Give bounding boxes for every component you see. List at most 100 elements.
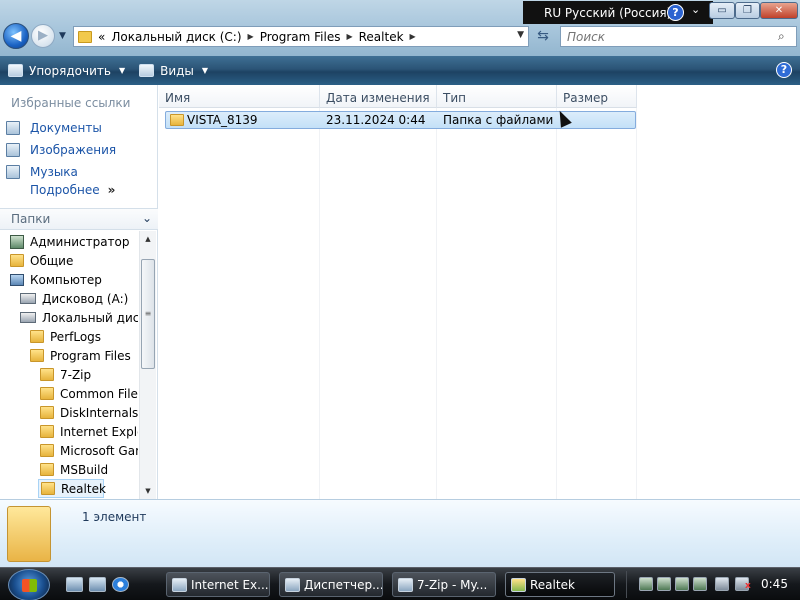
switch-windows-icon[interactable] [89, 577, 106, 592]
folder-tree: Администратор Общие Компьютер Дисковод (… [0, 231, 138, 499]
breadcrumb-overflow[interactable]: « [98, 30, 105, 44]
favorite-pictures[interactable]: Изображения [6, 140, 116, 160]
tree-item-floppy[interactable]: Дисковод (A:) [20, 289, 128, 308]
organize-label: Упорядочить [29, 63, 111, 78]
breadcrumb-local-disk[interactable]: Локальный диск (C:) [111, 30, 241, 44]
task-label: Internet Ex... [191, 577, 269, 592]
tree-item-diskinternals[interactable]: DiskInternals [40, 403, 138, 422]
folder-icon [10, 254, 24, 267]
breadcrumb-program-files[interactable]: Program Files [260, 30, 341, 44]
tray-volume-muted-icon[interactable]: x [735, 577, 751, 591]
tray-security-icon[interactable] [693, 577, 707, 591]
favorite-label: Музыка [30, 165, 78, 179]
file-name: VISTA_8139 [187, 113, 258, 127]
music-icon [6, 165, 20, 179]
tree-item-common-files[interactable]: Common Files [40, 384, 138, 403]
language-bar[interactable]: RU Русский (Россия) ? ⌄ [523, 1, 713, 24]
chevron-right-icon[interactable]: ▶ [248, 32, 254, 41]
show-desktop-icon[interactable] [66, 577, 83, 592]
scroll-down-icon[interactable]: ▼ [140, 483, 156, 499]
folder-icon [30, 349, 44, 362]
tree-item-realtek[interactable]: Realtek [38, 479, 106, 498]
chevron-right-icon[interactable]: ▶ [410, 32, 416, 41]
task-manager-icon [285, 577, 300, 592]
chevron-down-icon: ▼ [201, 66, 209, 75]
folder-icon [40, 387, 54, 400]
column-header-name[interactable]: Имя [159, 85, 320, 108]
close-button[interactable]: ✕ [760, 2, 798, 19]
folders-header[interactable]: Папки ⌄ [0, 208, 158, 230]
tree-label: Internet Explor [60, 424, 138, 439]
tree-label: Microsoft Gam [60, 443, 138, 458]
tree-label: Общие [30, 253, 74, 268]
column-header-size[interactable]: Размер [557, 85, 637, 108]
navigation-pane: Избранные ссылки Документы Изображения М… [0, 85, 158, 499]
column-header-date[interactable]: Дата изменения [320, 85, 437, 108]
views-icon [139, 64, 155, 77]
favorite-label: Изображения [30, 143, 117, 157]
tree-item-public[interactable]: Общие [10, 251, 73, 270]
back-button[interactable]: ◀ [3, 23, 29, 49]
language-options-icon[interactable]: ⌄ [691, 3, 700, 16]
column-header-type[interactable]: Тип [437, 85, 557, 108]
help-icon[interactable]: ? [667, 4, 684, 21]
column-divider [636, 108, 637, 499]
tree-item-local-disk[interactable]: Локальный диск ( [20, 308, 138, 327]
tray-shield-icon[interactable] [675, 577, 689, 591]
folder-icon [30, 330, 44, 343]
tree-item-msbuild[interactable]: MSBuild [40, 460, 108, 479]
favorites-more-link[interactable]: Подробнее » [30, 183, 115, 197]
internet-explorer-icon[interactable] [112, 577, 129, 592]
search-icon[interactable]: ⌕ [778, 29, 785, 44]
tree-item-computer[interactable]: Компьютер [10, 270, 102, 289]
views-button[interactable]: Виды ▼ [133, 59, 214, 83]
breadcrumb-realtek[interactable]: Realtek [359, 30, 404, 44]
start-button[interactable] [8, 569, 50, 600]
command-bar: Упорядочить ▼ Виды ▼ ? [0, 56, 800, 85]
column-divider [319, 108, 320, 499]
folder-icon [7, 506, 51, 562]
tree-label: Program Files [50, 348, 131, 363]
folder-icon [78, 30, 92, 43]
chevron-right-icon[interactable]: ▶ [346, 32, 352, 41]
recent-pages-dropdown[interactable]: ▼ [59, 31, 66, 41]
tree-item-perflogs[interactable]: PerfLogs [30, 327, 101, 346]
tree-item-7zip[interactable]: 7-Zip [40, 365, 91, 384]
tree-item-microsoft-games[interactable]: Microsoft Gam [40, 441, 138, 460]
task-internet-explorer[interactable]: Internet Ex... [166, 572, 270, 597]
favorites-header: Избранные ссылки [11, 96, 131, 110]
tree-label: Локальный диск ( [42, 310, 138, 325]
tree-label: DiskInternals [60, 405, 138, 420]
folder-icon [40, 444, 54, 457]
tree-item-program-files[interactable]: Program Files [30, 346, 131, 365]
tree-item-internet-explorer[interactable]: Internet Explor [40, 422, 138, 441]
forward-button[interactable]: ▶ [31, 24, 55, 48]
organize-button[interactable]: Упорядочить ▼ [2, 59, 131, 83]
refresh-button[interactable]: ⇆ [532, 26, 554, 47]
scrollbar-thumb[interactable]: ≡ [141, 259, 155, 369]
tray-network-icon[interactable] [657, 577, 671, 591]
address-dropdown-icon[interactable]: ▼ [517, 30, 524, 40]
tray-app-icon[interactable] [639, 577, 653, 591]
clock[interactable]: 0:45 [761, 577, 788, 591]
task-realtek[interactable]: Realtek [505, 572, 615, 597]
help-button[interactable]: ? [776, 62, 792, 78]
maximize-button[interactable]: ❐ [735, 2, 760, 19]
tree-label: Компьютер [30, 272, 102, 287]
minimize-button[interactable]: ▭ [709, 2, 735, 19]
task-7zip[interactable]: 7-Zip - My... [392, 572, 496, 597]
user-folder-icon [10, 234, 24, 249]
search-input[interactable] [560, 26, 797, 47]
tray-display-icon[interactable] [715, 577, 729, 591]
favorite-documents[interactable]: Документы [6, 118, 102, 138]
scroll-up-icon[interactable]: ▲ [140, 231, 156, 247]
task-task-manager[interactable]: Диспетчер... [279, 572, 383, 597]
tree-item-administrator[interactable]: Администратор [10, 232, 130, 251]
7zip-icon [398, 577, 413, 592]
language-label[interactable]: RU Русский (Россия) [544, 6, 671, 20]
folder-tree-scrollbar[interactable]: ▲ ≡ ▼ [139, 231, 156, 499]
tree-label: MSBuild [60, 462, 109, 477]
address-bar[interactable]: « Локальный диск (C:) ▶ Program Files ▶ … [73, 26, 529, 47]
views-label: Виды [160, 63, 194, 78]
favorite-music[interactable]: Музыка [6, 162, 78, 182]
